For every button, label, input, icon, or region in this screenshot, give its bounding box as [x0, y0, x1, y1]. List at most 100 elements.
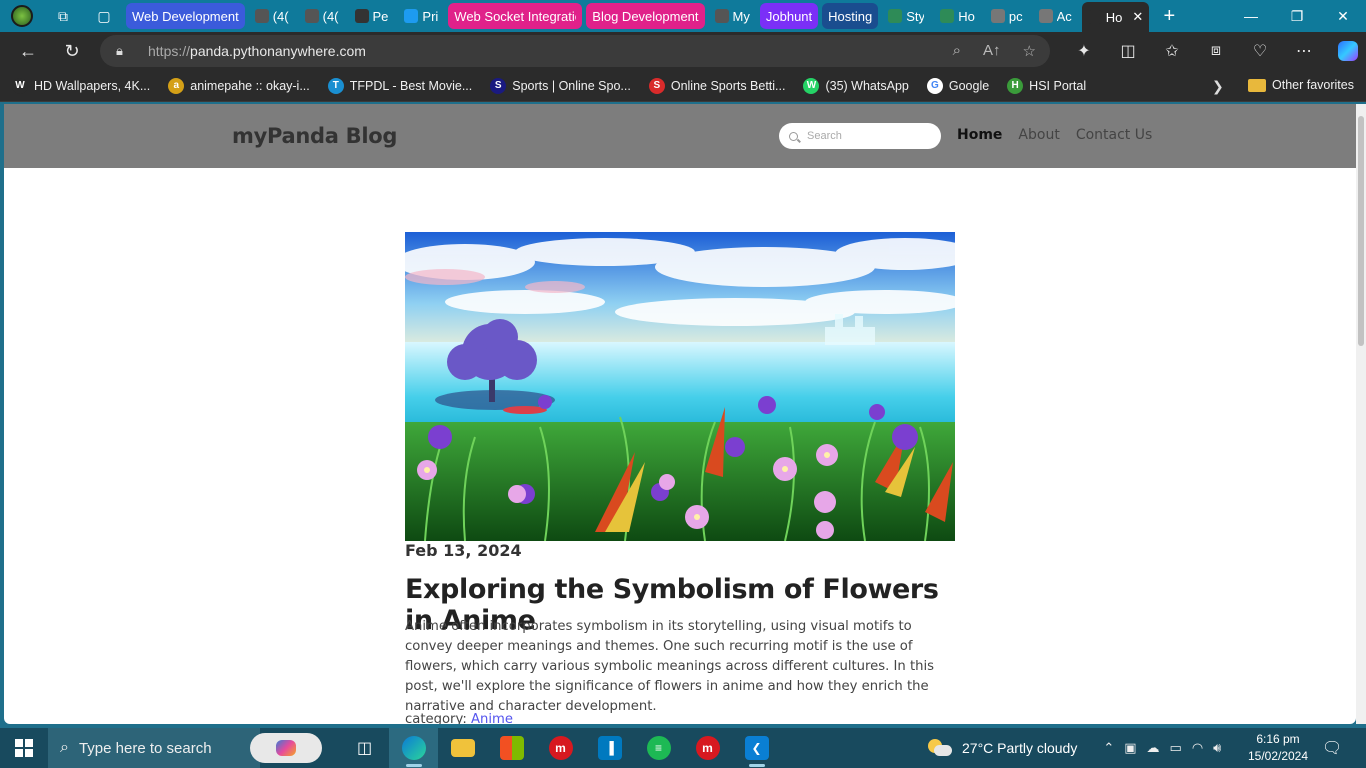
favorites-icon[interactable]: ✩ — [1150, 35, 1194, 67]
browser-essentials-icon[interactable]: ♡ — [1238, 35, 1282, 67]
search-icon — [789, 131, 798, 141]
nav-home[interactable]: Home — [957, 127, 1002, 143]
tab-label: Ho — [1105, 9, 1123, 25]
taskbar-trello[interactable]: ▐ — [585, 728, 634, 768]
task-view-button[interactable]: ◫ — [340, 728, 389, 768]
browser-tab-1[interactable]: (4( — [249, 3, 295, 29]
avatar-icon — [11, 5, 33, 27]
favorite-item-5[interactable]: W (35) WhatsApp — [803, 77, 909, 94]
back-button[interactable]: ← — [10, 35, 46, 67]
favorite-item-3[interactable]: S Sports | Online Spo... — [490, 77, 631, 94]
tab-label: Pe — [372, 8, 389, 24]
url-scheme: https:// — [148, 43, 191, 59]
tab-label: (4( — [272, 8, 289, 24]
tab-favicon-icon — [888, 9, 903, 23]
tab-group-5[interactable]: Web Socket Integratio — [448, 3, 583, 29]
post-category-link[interactable]: Anime — [471, 712, 513, 724]
taskbar-store[interactable] — [487, 728, 536, 768]
start-button[interactable] — [0, 728, 48, 768]
taskbar-search[interactable]: ⌕ Type here to search — [48, 728, 322, 768]
taskbar-app-red[interactable]: m — [536, 728, 585, 768]
volume-icon[interactable]: 🔊︎ — [1213, 740, 1221, 756]
nav-contact[interactable]: Contact Us — [1076, 127, 1152, 143]
scrollbar-thumb[interactable] — [1358, 116, 1364, 346]
tray-chevron-icon[interactable]: ⌃ — [1103, 740, 1114, 756]
site-search[interactable] — [779, 123, 941, 149]
settings-more-icon[interactable]: ⋯ — [1282, 35, 1326, 67]
onedrive-icon[interactable]: ☁ — [1147, 740, 1160, 756]
address-bar-row: ← ↻ 🔒︎ https:// panda.pythonanywhere.com… — [0, 32, 1366, 70]
close-window-button[interactable]: ✕ — [1320, 0, 1366, 32]
new-tab-button[interactable]: + — [1149, 5, 1189, 27]
lock-icon[interactable]: 🔒︎ — [116, 43, 138, 59]
profile-avatar[interactable] — [0, 5, 44, 27]
browser-tab-13[interactable]: Ac — [1033, 3, 1078, 29]
other-favorites[interactable]: Other favorites — [1248, 78, 1354, 92]
post-excerpt: Anime often incorporates symbolism in it… — [405, 619, 935, 714]
close-tab-icon[interactable]: ✕ — [1132, 9, 1143, 25]
favorite-label: HSI Portal — [1029, 78, 1087, 93]
browser-tab-11[interactable]: Ho — [934, 3, 981, 29]
favorite-item-4[interactable]: S Online Sports Betti... — [648, 77, 785, 94]
favorite-star-icon[interactable]: ☆ — [1023, 42, 1036, 60]
tab-group-0[interactable]: Web Development — [126, 3, 245, 29]
restore-button[interactable]: ❐ — [1274, 0, 1320, 32]
site-nav: Home About Contact Us — [957, 127, 1152, 143]
favorite-item-2[interactable]: T TFPDL - Best Movie... — [327, 77, 472, 94]
taskbar-clock[interactable]: 6:16 pm 15/02/2024 — [1244, 731, 1312, 765]
site-brand[interactable]: myPanda Blog — [232, 124, 397, 148]
browser-tab-2[interactable]: (4( — [299, 3, 345, 29]
meet-now-icon[interactable]: ▣ — [1124, 740, 1136, 756]
favorite-item-7[interactable]: H HSI Portal — [1007, 77, 1087, 94]
minimize-button[interactable]: — — [1228, 0, 1274, 32]
weather-temp[interactable]: 27°C — [962, 740, 993, 756]
app-red-icon: m — [548, 736, 573, 760]
browser-tab-14[interactable]: Ho ✕ — [1081, 2, 1150, 32]
taskbar-file-explorer[interactable] — [438, 728, 487, 768]
extensions-icon[interactable]: ✦ — [1062, 35, 1106, 67]
tab-group-6[interactable]: Blog Development — [586, 3, 705, 29]
taskbar-spotify[interactable]: ≡ — [634, 728, 683, 768]
taskbar-edge[interactable] — [389, 728, 438, 768]
vscode-icon: ❮ — [744, 736, 769, 760]
browser-tab-12[interactable]: pc — [985, 3, 1029, 29]
search-input[interactable] — [807, 130, 927, 142]
favorites-overflow-chevron-icon[interactable]: ❯ — [1212, 78, 1224, 95]
favorite-label: (35) WhatsApp — [825, 78, 909, 93]
refresh-button[interactable]: ↻ — [54, 35, 90, 67]
weather-desc[interactable]: Partly cloudy — [997, 740, 1077, 756]
tab-favicon-icon — [940, 9, 955, 23]
address-input[interactable]: 🔒︎ https:// panda.pythonanywhere.com ⌕ A… — [100, 35, 1050, 67]
browser-tab-10[interactable]: Sty — [882, 3, 930, 29]
tab-label: Web Socket Integratio — [454, 8, 577, 24]
browser-tab-3[interactable]: Pe — [349, 3, 395, 29]
split-screen-icon[interactable]: ◫ — [1106, 35, 1150, 67]
notifications-icon[interactable]: 🗨︎ — [1322, 738, 1342, 758]
copilot-pill[interactable] — [250, 733, 322, 763]
tab-group-8[interactable]: Jobhunt — [759, 3, 819, 29]
workspaces-icon[interactable]: ⧉ — [44, 5, 82, 27]
battery-icon[interactable]: ▭ — [1170, 740, 1182, 756]
taskbar-vscode[interactable]: ❮ — [732, 728, 781, 768]
browser-tab-4[interactable]: Pri — [398, 3, 444, 29]
tab-label: Ac — [1056, 8, 1072, 24]
weather-icon[interactable] — [928, 739, 952, 757]
zoom-icon[interactable]: ⌕ — [953, 42, 961, 60]
copilot-icon[interactable] — [1326, 35, 1366, 67]
favorite-favicon-icon: W — [803, 77, 820, 94]
favorite-item-6[interactable]: G Google — [926, 77, 989, 94]
wifi-icon[interactable]: ◠ — [1192, 740, 1203, 756]
collections-icon[interactable]: ⧈ — [1194, 35, 1238, 67]
read-aloud-icon[interactable]: A↑ — [983, 42, 1001, 60]
page-scrollbar[interactable] — [1356, 104, 1366, 724]
taskbar-app-red-2[interactable]: m — [683, 728, 732, 768]
tab-label: Pri — [422, 8, 439, 24]
tab-group-9[interactable]: Hosting — [822, 3, 879, 29]
favorite-item-1[interactable]: a animepahe :: okay-i... — [168, 77, 310, 94]
tab-label: pc — [1008, 8, 1023, 24]
favorite-item-0[interactable]: W HD Wallpapers, 4K... — [12, 77, 150, 94]
tab-actions-icon[interactable]: ▢ — [82, 5, 126, 27]
tab-favicon-icon — [1087, 10, 1102, 24]
nav-about[interactable]: About — [1018, 127, 1059, 143]
browser-tab-7[interactable]: My — [709, 3, 756, 29]
